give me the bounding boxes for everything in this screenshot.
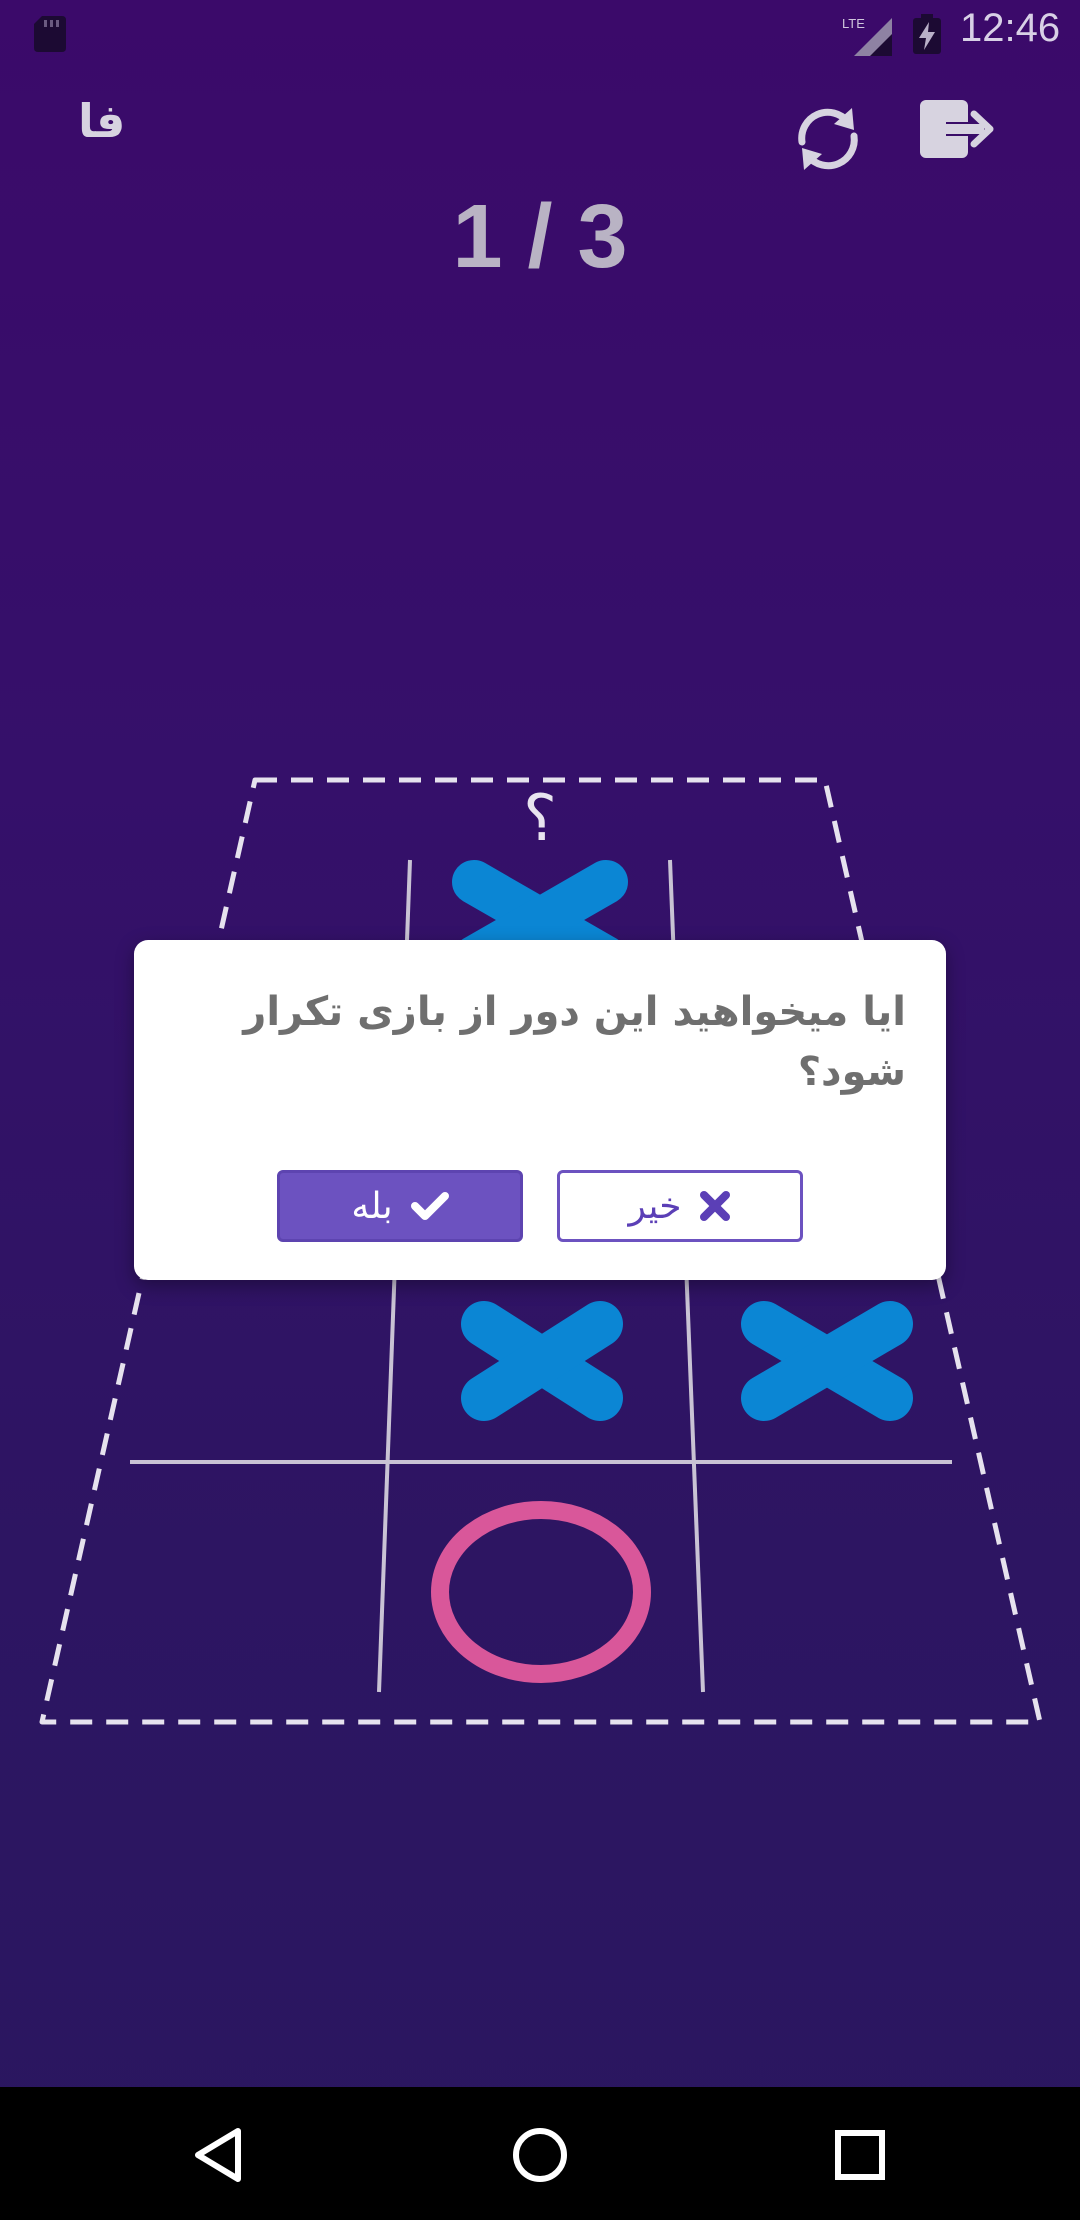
- cell-x[interactable]: [741, 1301, 913, 1421]
- yes-button[interactable]: بله: [277, 1170, 523, 1242]
- cell-x[interactable]: [461, 1301, 623, 1421]
- turn-indicator: ؟: [523, 782, 557, 856]
- cell-o[interactable]: [431, 1501, 651, 1683]
- check-icon: [410, 1192, 449, 1220]
- yes-label: بله: [351, 1185, 393, 1227]
- navigation-bar: [0, 2087, 1080, 2220]
- no-button[interactable]: خیر: [557, 1170, 803, 1242]
- home-icon[interactable]: [508, 2123, 572, 2187]
- back-icon[interactable]: [188, 2123, 252, 2187]
- recents-icon[interactable]: [828, 2123, 892, 2187]
- dialog-message: ایا میخواهید این دور از بازی تکرار شود؟: [243, 989, 906, 1095]
- replay-dialog: ایا میخواهید این دور از بازی تکرار شود؟ …: [134, 940, 946, 1280]
- no-label: خیر: [628, 1185, 682, 1227]
- close-icon: [700, 1191, 731, 1221]
